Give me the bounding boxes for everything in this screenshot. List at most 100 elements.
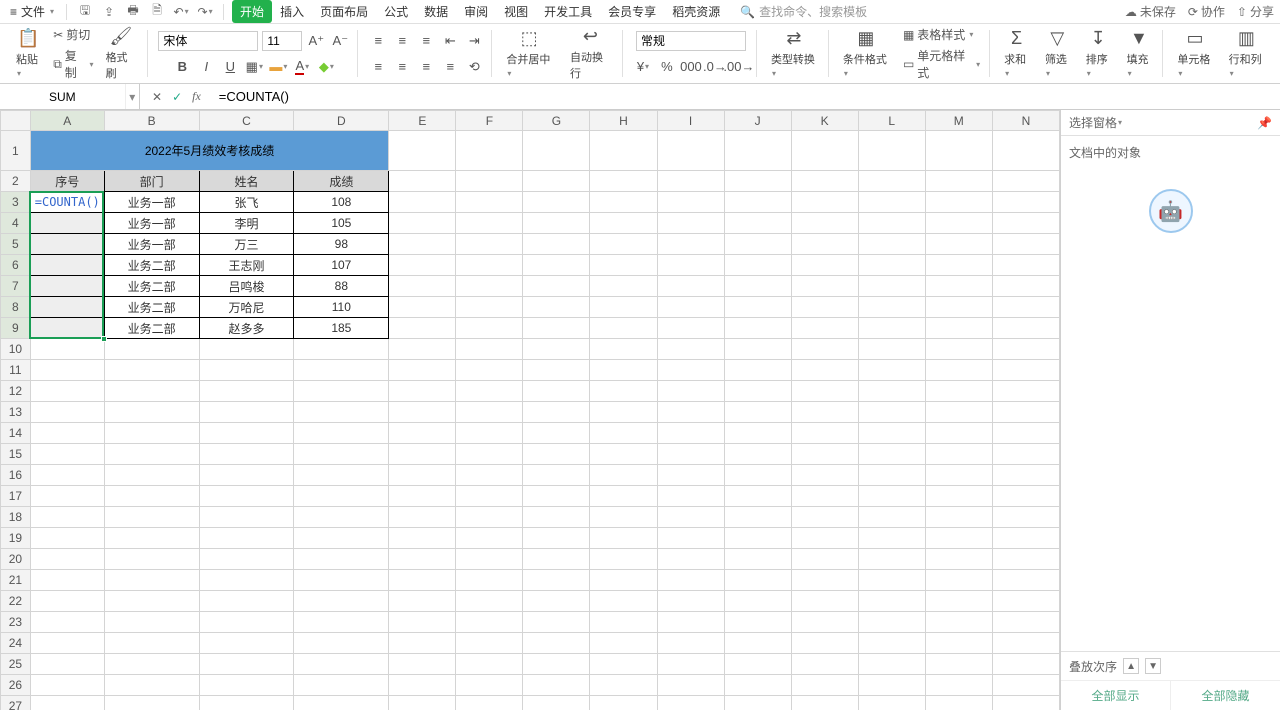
cell-L27[interactable] <box>858 696 925 710</box>
print-icon[interactable]: 🖶 <box>123 2 143 22</box>
cell-L18[interactable] <box>858 507 925 528</box>
cell-J24[interactable] <box>724 633 791 654</box>
indent-inc-icon[interactable]: ⇥ <box>464 31 484 51</box>
cell-N1[interactable] <box>992 131 1059 171</box>
cell-N6[interactable] <box>992 255 1059 276</box>
cell-A10[interactable] <box>30 339 104 360</box>
cell-D2[interactable]: 成绩 <box>294 171 389 192</box>
cell-L6[interactable] <box>858 255 925 276</box>
cell-H9[interactable] <box>590 318 657 339</box>
cell-I22[interactable] <box>657 591 724 612</box>
cell-E18[interactable] <box>389 507 456 528</box>
cell-K23[interactable] <box>791 612 858 633</box>
cell-G11[interactable] <box>523 360 590 381</box>
cell-G7[interactable] <box>523 276 590 297</box>
cell-M8[interactable] <box>925 297 992 318</box>
cell-C5[interactable]: 万三 <box>199 234 294 255</box>
row-header-10[interactable]: 10 <box>1 339 31 360</box>
cell-N11[interactable] <box>992 360 1059 381</box>
tab-会员专享[interactable]: 会员专享 <box>600 0 664 23</box>
cell-F10[interactable] <box>456 339 523 360</box>
cell-F1[interactable] <box>456 131 523 171</box>
cell-G13[interactable] <box>523 402 590 423</box>
cell-G17[interactable] <box>523 486 590 507</box>
cell-L23[interactable] <box>858 612 925 633</box>
cell-C6[interactable]: 王志刚 <box>199 255 294 276</box>
cell-C27[interactable] <box>199 696 294 710</box>
cell-H17[interactable] <box>590 486 657 507</box>
cell-H4[interactable] <box>590 213 657 234</box>
cell-N25[interactable] <box>992 654 1059 675</box>
row-header-2[interactable]: 2 <box>1 171 31 192</box>
cell-M11[interactable] <box>925 360 992 381</box>
redo-icon[interactable]: ↷▾ <box>195 2 215 22</box>
file-menu[interactable]: ≡ 文件 ▾ <box>6 3 58 20</box>
cut-button[interactable]: ✂剪切 <box>51 25 95 44</box>
cell-K26[interactable] <box>791 675 858 696</box>
cell-B20[interactable] <box>104 549 199 570</box>
confirm-icon[interactable]: ✓ <box>172 90 182 104</box>
chevron-down-icon[interactable]: ▾ <box>1118 118 1122 127</box>
show-all-button[interactable]: 全部显示 <box>1061 681 1170 710</box>
row-header-6[interactable]: 6 <box>1 255 31 276</box>
cell-J3[interactable] <box>724 192 791 213</box>
cell-A17[interactable] <box>30 486 104 507</box>
cell-N18[interactable] <box>992 507 1059 528</box>
col-header-I[interactable]: I <box>657 111 724 131</box>
cell-A25[interactable] <box>30 654 104 675</box>
cell-J12[interactable] <box>724 381 791 402</box>
cell-E27[interactable] <box>389 696 456 710</box>
cell-L19[interactable] <box>858 528 925 549</box>
cell-L20[interactable] <box>858 549 925 570</box>
cell-C12[interactable] <box>199 381 294 402</box>
cell-A19[interactable] <box>30 528 104 549</box>
cell-M9[interactable] <box>925 318 992 339</box>
cell-L8[interactable] <box>858 297 925 318</box>
cell-L17[interactable] <box>858 486 925 507</box>
dec-dec-icon[interactable]: .00→ <box>729 57 749 77</box>
cell-N2[interactable] <box>992 171 1059 192</box>
cell-I5[interactable] <box>657 234 724 255</box>
cell-G10[interactable] <box>523 339 590 360</box>
indent-dec-icon[interactable]: ⇤ <box>440 31 460 51</box>
cell-J15[interactable] <box>724 444 791 465</box>
cell-F6[interactable] <box>456 255 523 276</box>
cell-K16[interactable] <box>791 465 858 486</box>
cell-M24[interactable] <box>925 633 992 654</box>
cell-D6[interactable]: 107 <box>294 255 389 276</box>
cell-G19[interactable] <box>523 528 590 549</box>
cell-F23[interactable] <box>456 612 523 633</box>
cell-M15[interactable] <box>925 444 992 465</box>
cell-B2[interactable]: 部门 <box>104 171 199 192</box>
cell-C23[interactable] <box>199 612 294 633</box>
fx-icon[interactable]: fx <box>192 89 201 104</box>
col-header-A[interactable]: A <box>30 111 104 131</box>
cell-J16[interactable] <box>724 465 791 486</box>
row-header-17[interactable]: 17 <box>1 486 31 507</box>
cell-H11[interactable] <box>590 360 657 381</box>
cell-A21[interactable] <box>30 570 104 591</box>
col-header-H[interactable]: H <box>590 111 657 131</box>
cell-J27[interactable] <box>724 696 791 710</box>
cell-A7[interactable] <box>30 276 104 297</box>
cell-C16[interactable] <box>199 465 294 486</box>
cell-F16[interactable] <box>456 465 523 486</box>
tab-审阅[interactable]: 审阅 <box>456 0 496 23</box>
tab-页面布局[interactable]: 页面布局 <box>312 0 376 23</box>
cell-A9[interactable] <box>30 318 104 339</box>
cell-M10[interactable] <box>925 339 992 360</box>
cell-J22[interactable] <box>724 591 791 612</box>
cell-D22[interactable] <box>294 591 389 612</box>
cell-D27[interactable] <box>294 696 389 710</box>
cell-F20[interactable] <box>456 549 523 570</box>
comma-icon[interactable]: 000 <box>681 57 701 77</box>
cell-M13[interactable] <box>925 402 992 423</box>
table-title[interactable]: 2022年5月绩效考核成绩 <box>30 131 389 171</box>
cell-L10[interactable] <box>858 339 925 360</box>
cell-K2[interactable] <box>791 171 858 192</box>
cell-A16[interactable] <box>30 465 104 486</box>
percent-icon[interactable]: % <box>657 57 677 77</box>
cell-G3[interactable] <box>523 192 590 213</box>
cell-N20[interactable] <box>992 549 1059 570</box>
fill-button[interactable]: ▼填充▾ <box>1123 28 1156 79</box>
